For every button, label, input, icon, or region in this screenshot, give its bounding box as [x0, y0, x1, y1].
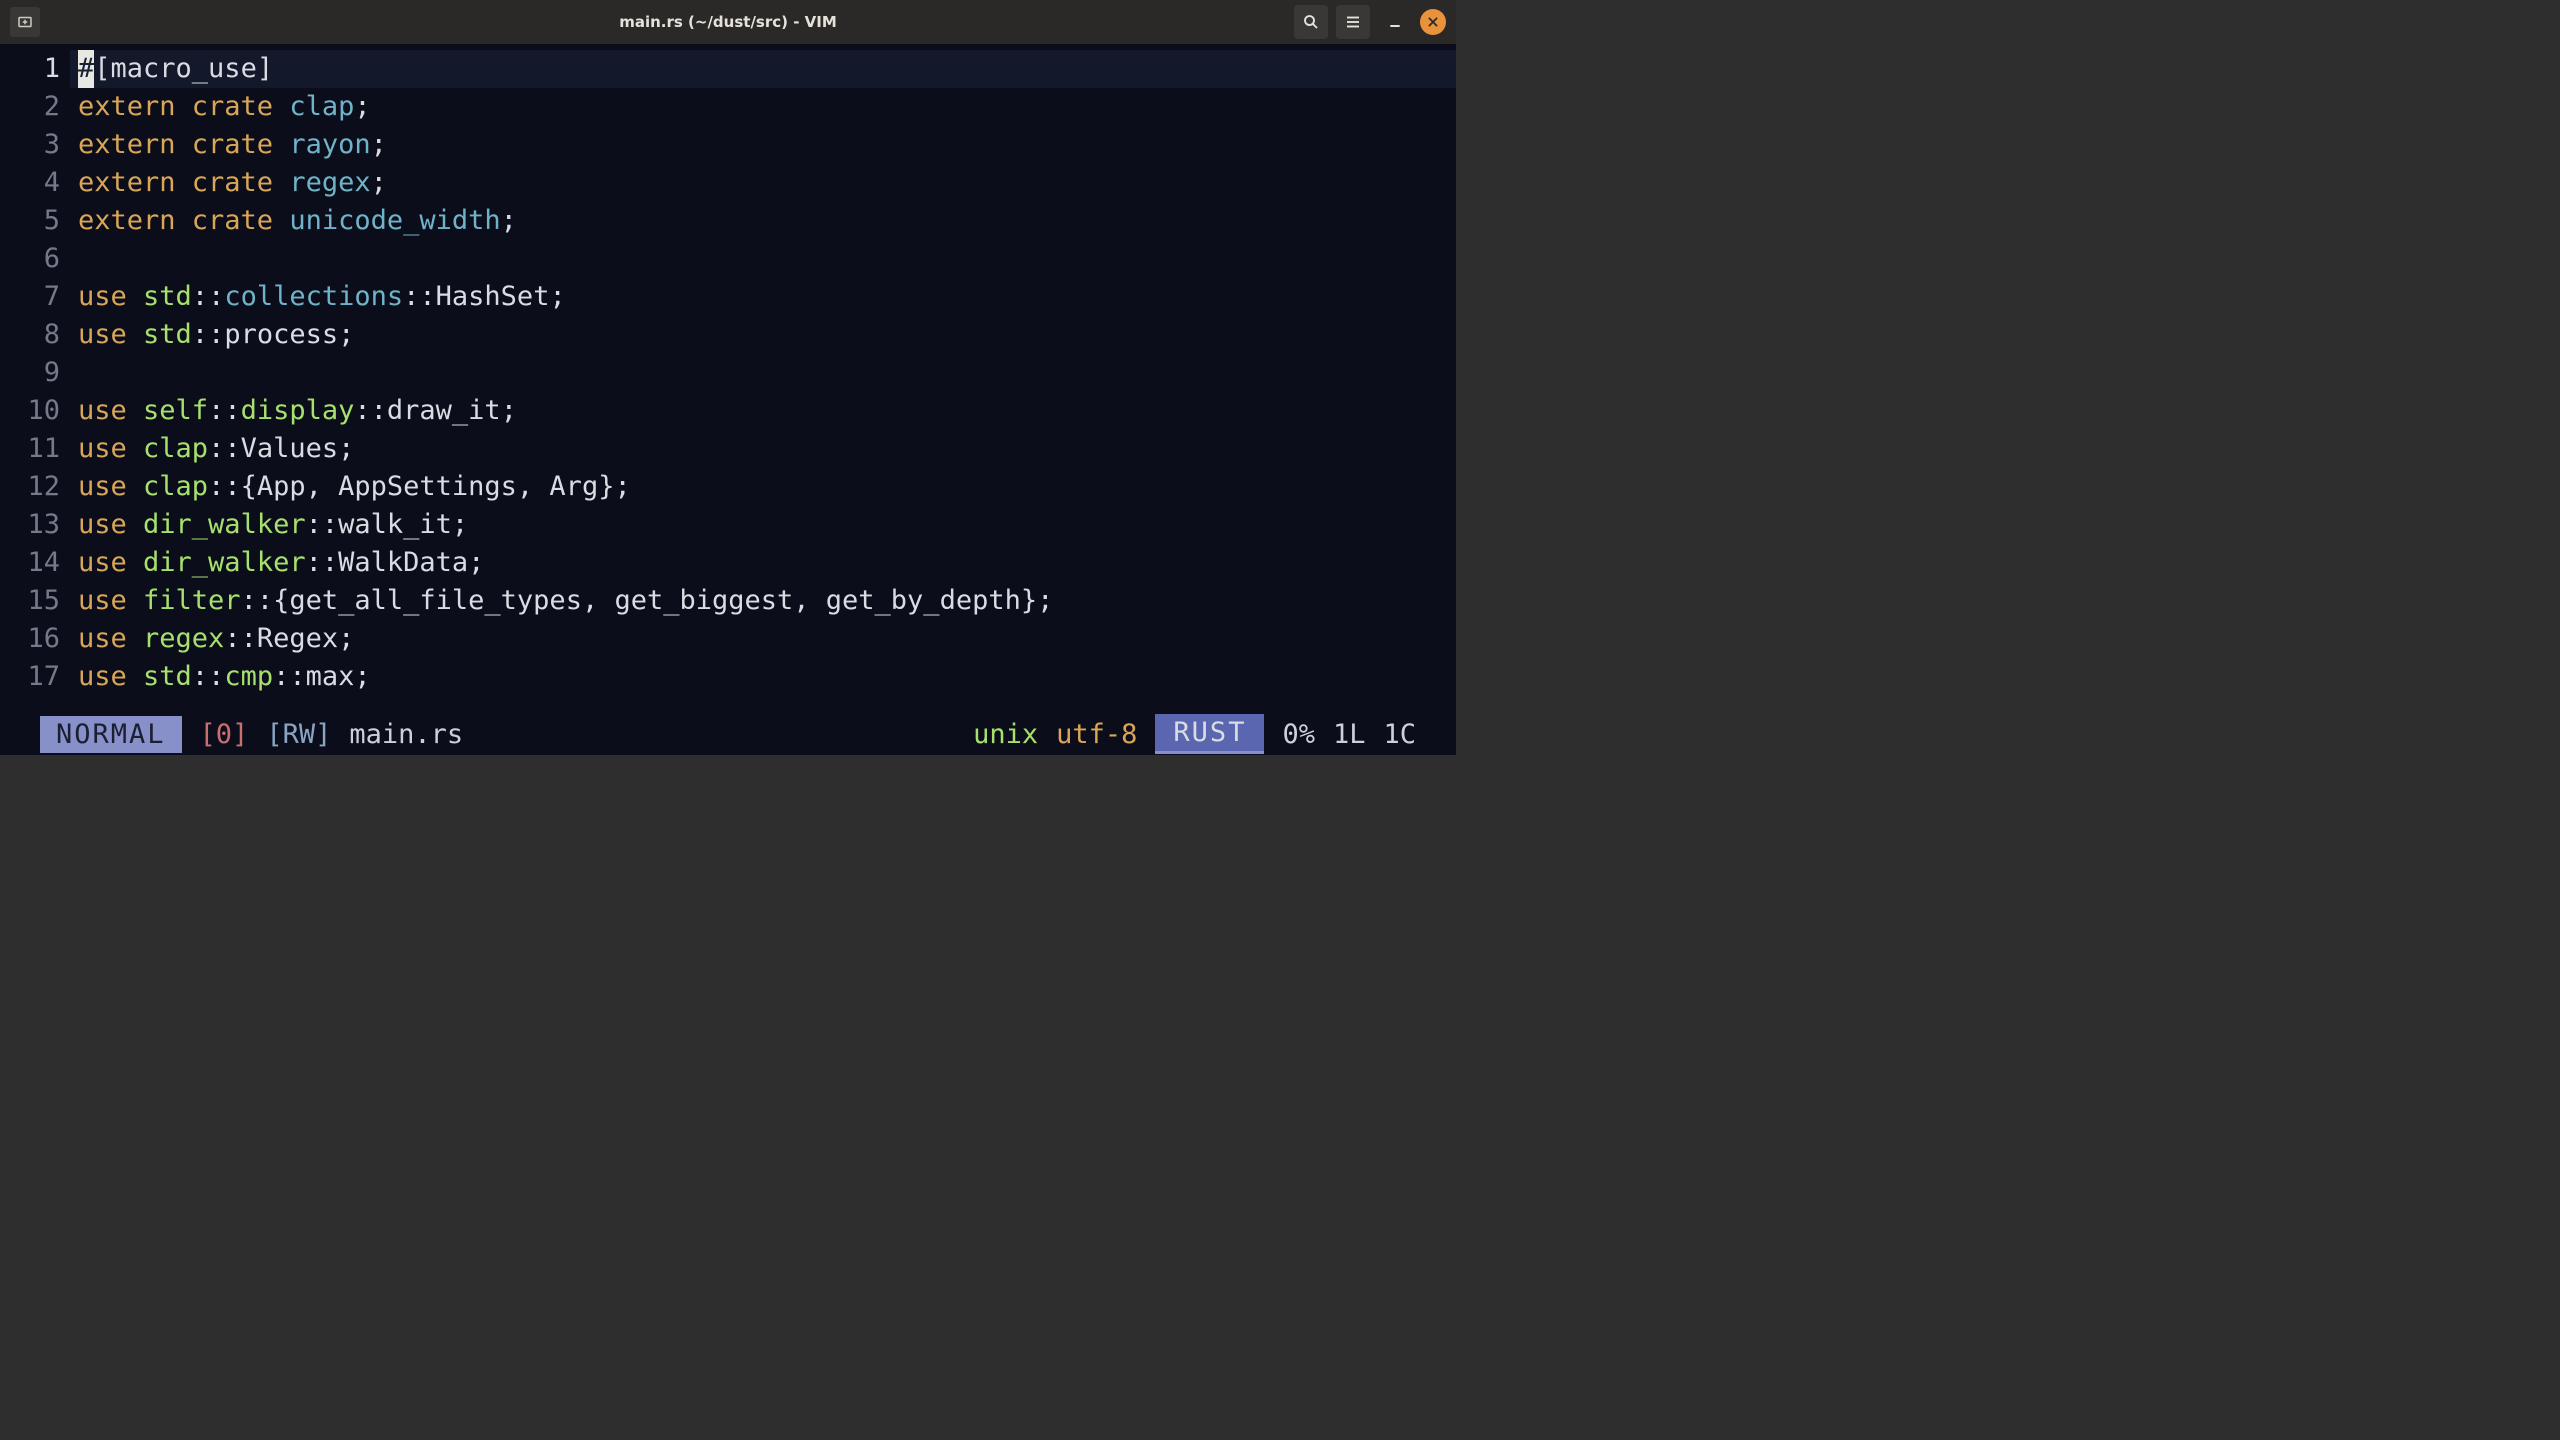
line-number: 4: [0, 164, 60, 202]
status-column: 1C: [1383, 719, 1456, 750]
line-number: 14: [0, 544, 60, 582]
cursor: #: [78, 50, 94, 88]
line-number: 3: [0, 126, 60, 164]
status-line: NORMAL [0] [RW] main.rs unix utf-8 RUST …: [0, 713, 1456, 755]
status-percent: 0%: [1282, 719, 1315, 750]
code-line[interactable]: use filter::{get_all_file_types, get_big…: [70, 582, 1456, 620]
search-button[interactable]: [1294, 5, 1328, 39]
code-line[interactable]: extern crate clap;: [70, 88, 1456, 126]
code-line[interactable]: use clap::{App, AppSettings, Arg};: [70, 468, 1456, 506]
line-number: 6: [0, 240, 60, 278]
line-number: 10: [0, 392, 60, 430]
code-line[interactable]: use self::display::draw_it;: [70, 392, 1456, 430]
terminal-window: main.rs (~/dust/src) - VIM: [0, 0, 1456, 789]
editor[interactable]: 1234567891011121314151617 #[macro_use]ex…: [0, 44, 1456, 755]
line-number: 15: [0, 582, 60, 620]
code-line[interactable]: use dir_walker::walk_it;: [70, 506, 1456, 544]
code-line[interactable]: extern crate regex;: [70, 164, 1456, 202]
code-line[interactable]: use std::process;: [70, 316, 1456, 354]
hamburger-icon: [1344, 13, 1362, 31]
close-icon: [1426, 15, 1440, 29]
code-area[interactable]: 1234567891011121314151617 #[macro_use]ex…: [0, 44, 1456, 713]
line-number: 12: [0, 468, 60, 506]
line-number: 11: [0, 430, 60, 468]
code-line[interactable]: extern crate rayon;: [70, 126, 1456, 164]
line-number: 7: [0, 278, 60, 316]
line-number: 13: [0, 506, 60, 544]
code-lines[interactable]: #[macro_use]extern crate clap;extern cra…: [70, 50, 1456, 713]
line-number: 2: [0, 88, 60, 126]
vim-mode: NORMAL: [40, 716, 182, 753]
status-readwrite: [RW]: [266, 719, 331, 750]
code-line[interactable]: use regex::Regex;: [70, 620, 1456, 658]
window-title: main.rs (~/dust/src) - VIM: [619, 13, 837, 31]
status-modified: [0]: [200, 719, 249, 750]
code-line[interactable]: [70, 354, 1456, 392]
code-line[interactable]: use clap::Values;: [70, 430, 1456, 468]
code-line[interactable]: use std::cmp::max;: [70, 658, 1456, 696]
code-line[interactable]: #[macro_use]: [70, 50, 1456, 88]
code-line[interactable]: [70, 240, 1456, 278]
line-number: 1: [0, 50, 60, 88]
line-number-gutter: 1234567891011121314151617: [0, 50, 70, 713]
status-line-number: 1L: [1333, 719, 1366, 750]
line-number: 5: [0, 202, 60, 240]
code-line[interactable]: extern crate unicode_width;: [70, 202, 1456, 240]
menu-button[interactable]: [1336, 5, 1370, 39]
titlebar: main.rs (~/dust/src) - VIM: [0, 0, 1456, 44]
code-line[interactable]: use std::collections::HashSet;: [70, 278, 1456, 316]
status-filetype: RUST: [1155, 714, 1264, 754]
status-encoding: utf-8: [1056, 719, 1137, 750]
close-button[interactable]: [1420, 9, 1446, 35]
minimize-button[interactable]: [1378, 5, 1412, 39]
line-number: 17: [0, 658, 60, 696]
code-line[interactable]: use dir_walker::WalkData;: [70, 544, 1456, 582]
line-number: 8: [0, 316, 60, 354]
status-fileformat: unix: [973, 719, 1038, 750]
new-tab-button[interactable]: [10, 7, 40, 37]
line-number: 9: [0, 354, 60, 392]
desktop-gap: [0, 755, 1456, 789]
status-filename: main.rs: [349, 719, 463, 750]
line-number: 16: [0, 620, 60, 658]
search-icon: [1302, 13, 1320, 31]
minimize-icon: [1387, 14, 1403, 30]
